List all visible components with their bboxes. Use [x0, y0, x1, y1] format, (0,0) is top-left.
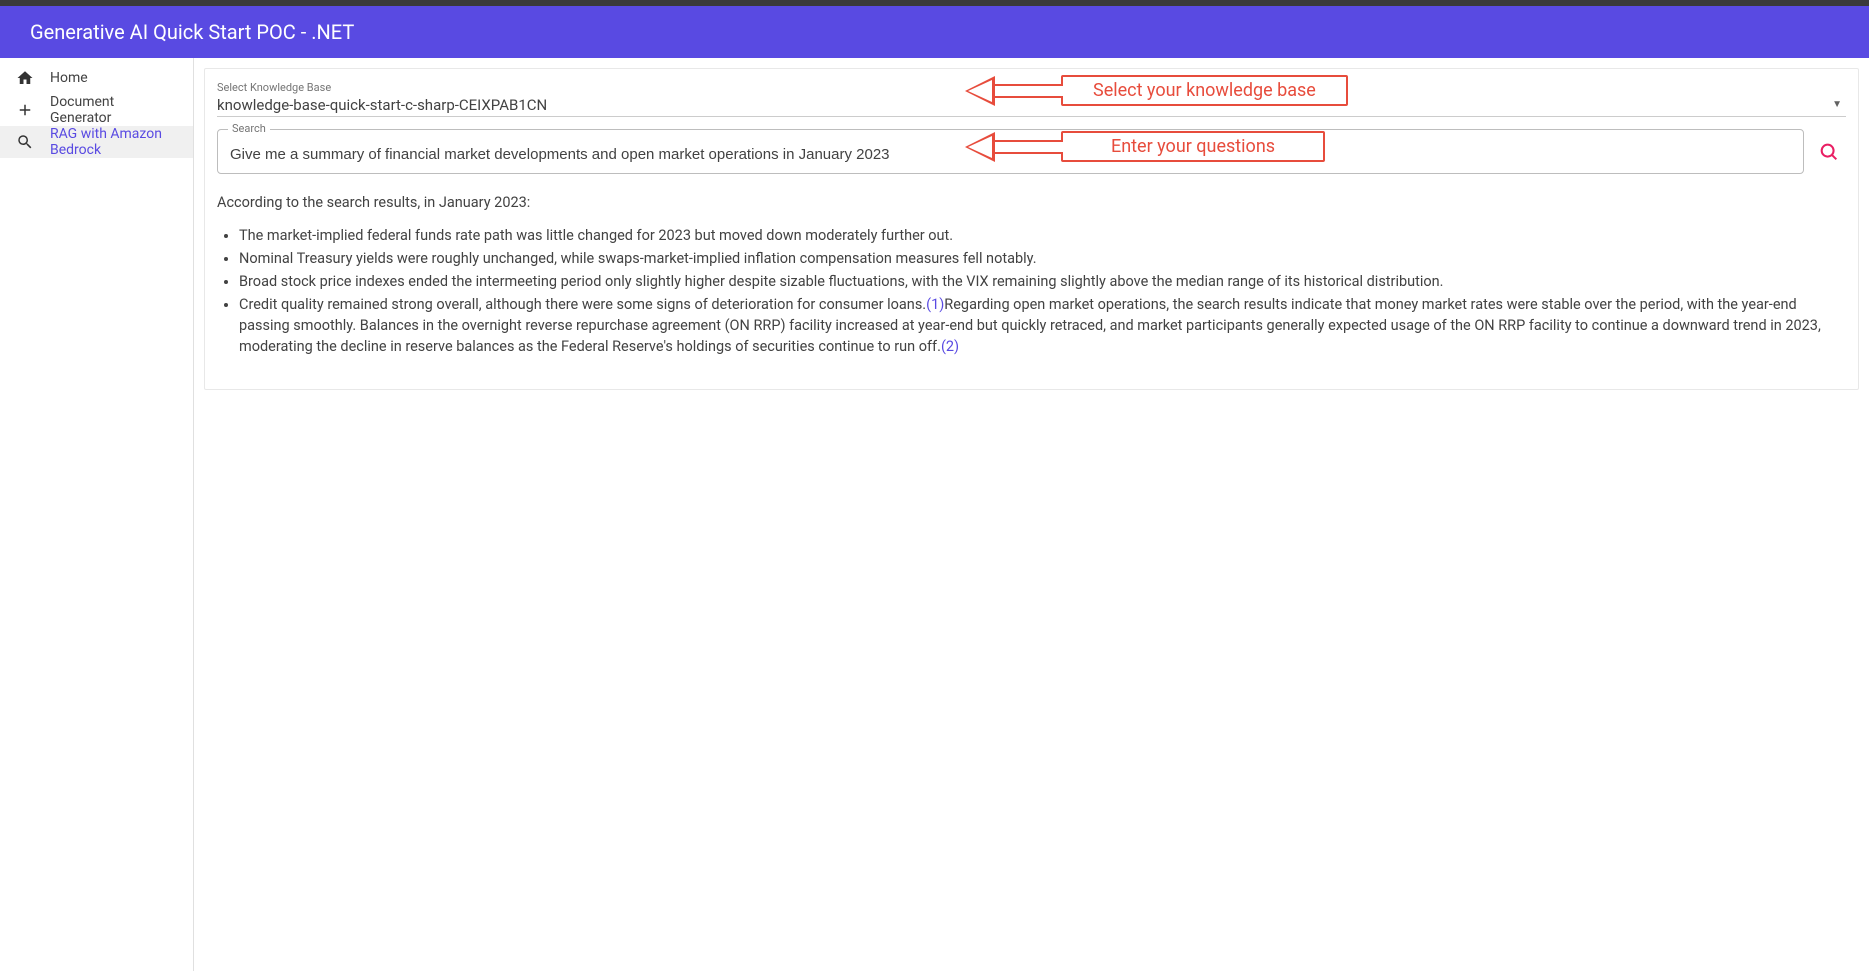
results-intro: According to the search results, in Janu…	[217, 192, 1846, 213]
result-item: Credit quality remained strong overall, …	[239, 294, 1846, 357]
result-text: Credit quality remained strong overall, …	[239, 296, 926, 313]
citation-link[interactable]: (2)	[941, 338, 959, 355]
chevron-down-icon: ▼	[1832, 99, 1846, 110]
rag-card: Select Knowledge Base knowledge-base-qui…	[204, 68, 1859, 390]
sidebar: Home Document Generator RAG with Amazon …	[0, 58, 194, 971]
kb-label: Select Knowledge Base	[217, 81, 1846, 94]
search-label: Search	[228, 122, 270, 135]
app-bar: Generative AI Quick Start POC - .NET	[0, 6, 1869, 58]
sidebar-item-document-generator[interactable]: Document Generator	[0, 94, 193, 126]
sidebar-item-label: RAG with Amazon Bedrock	[50, 126, 177, 158]
results-panel: According to the search results, in Janu…	[217, 174, 1846, 371]
home-icon	[16, 69, 34, 87]
result-item: Broad stock price indexes ended the inte…	[239, 271, 1846, 292]
kb-selected-value: knowledge-base-quick-start-c-sharp-CEIXP…	[217, 94, 547, 114]
search-row: Search	[217, 129, 1846, 174]
sidebar-item-label: Home	[50, 70, 88, 86]
result-item: Nominal Treasury yields were roughly unc…	[239, 248, 1846, 269]
app-title: Generative AI Quick Start POC - .NET	[30, 20, 354, 44]
search-icon	[16, 133, 34, 151]
search-input[interactable]	[230, 146, 1791, 163]
citation-link[interactable]: (1)	[926, 296, 944, 313]
result-item: The market-implied federal funds rate pa…	[239, 225, 1846, 246]
sidebar-item-label: Document Generator	[50, 94, 177, 126]
sidebar-item-home[interactable]: Home	[0, 62, 193, 94]
kb-field: Select Knowledge Base knowledge-base-qui…	[217, 81, 1846, 117]
search-icon	[1818, 141, 1840, 163]
plus-icon	[16, 101, 34, 119]
search-box[interactable]: Search	[217, 129, 1804, 174]
main-content: Select Knowledge Base knowledge-base-qui…	[194, 58, 1869, 971]
results-list: The market-implied federal funds rate pa…	[239, 225, 1846, 357]
kb-select[interactable]: knowledge-base-quick-start-c-sharp-CEIXP…	[217, 94, 1846, 117]
search-button[interactable]	[1812, 129, 1846, 174]
sidebar-item-rag-bedrock[interactable]: RAG with Amazon Bedrock	[0, 126, 193, 158]
